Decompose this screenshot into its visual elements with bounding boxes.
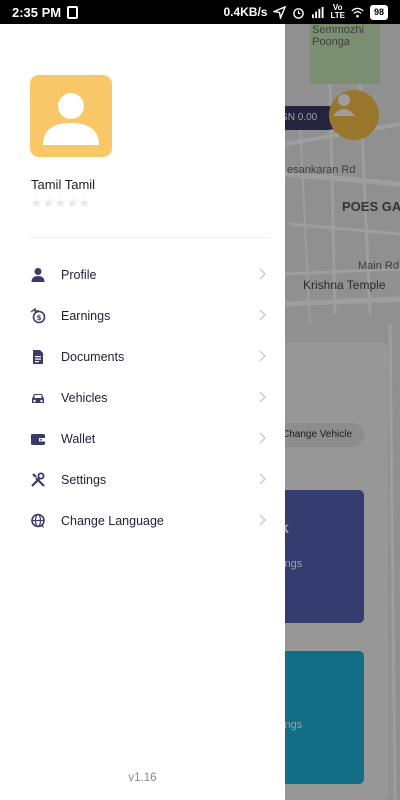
menu-item-profile[interactable]: Profile [0, 254, 285, 295]
navigation-drawer: Tamil Tamil ★ ★ ★ ★ ★ Profile $ Earnings… [0, 24, 285, 800]
menu-item-documents[interactable]: Documents [0, 336, 285, 377]
menu-item-label: Vehicles [61, 390, 108, 405]
star-icon: ★ [79, 196, 90, 210]
user-avatar-icon [43, 93, 99, 145]
chevron-right-icon [259, 268, 266, 280]
battery-icon: 98 [369, 4, 388, 20]
menu-item-vehicles[interactable]: Vehicles [0, 377, 285, 418]
rating-stars: ★ ★ ★ ★ ★ [31, 196, 90, 210]
chevron-right-icon [259, 432, 266, 444]
status-time: 2:35 PM [12, 4, 62, 20]
chevron-right-icon [259, 473, 266, 485]
star-icon: ★ [67, 196, 78, 210]
language-icon [31, 513, 45, 528]
person-icon [31, 267, 45, 282]
star-icon: ★ [31, 196, 42, 210]
car-icon [32, 393, 44, 403]
user-name: Tamil Tamil [31, 177, 96, 192]
notification-icon [67, 5, 79, 19]
svg-text:$: $ [37, 314, 42, 322]
menu-item-earnings[interactable]: $ Earnings [0, 295, 285, 336]
star-icon: ★ [43, 196, 54, 210]
wifi-icon [351, 7, 364, 17]
app-version: v1.16 [128, 772, 157, 784]
menu-item-change-language[interactable]: Change Language [0, 500, 285, 541]
signal-icon [312, 6, 325, 18]
chevron-right-icon [259, 391, 266, 403]
drawer-menu: Profile $ Earnings Documents Vehicles Wa… [0, 254, 285, 541]
alarm-icon [293, 7, 305, 19]
tools-icon [31, 472, 45, 487]
wallet-icon [31, 433, 45, 445]
star-icon: ★ [55, 196, 66, 210]
divider [30, 237, 270, 238]
chevron-right-icon [259, 350, 266, 362]
menu-item-label: Settings [61, 472, 107, 487]
chevron-right-icon [259, 514, 266, 526]
location-arrow-icon [273, 5, 287, 19]
volte-icon: Vo LTE [330, 3, 345, 20]
menu-item-label: Wallet [61, 431, 96, 446]
status-bar: 2:35 PM 0.4KB/s Vo LTE 98 [0, 0, 400, 24]
menu-item-label: Profile [61, 267, 97, 282]
chevron-right-icon [259, 309, 266, 321]
document-icon [33, 349, 43, 364]
menu-item-label: Earnings [61, 308, 111, 323]
network-speed: 0.4KB/s [223, 5, 268, 19]
menu-item-settings[interactable]: Settings [0, 459, 285, 500]
menu-item-label: Change Language [61, 513, 164, 528]
profile-photo[interactable] [30, 75, 112, 157]
money-exchange-icon: $ [30, 307, 46, 323]
menu-item-wallet[interactable]: Wallet [0, 418, 285, 459]
menu-item-label: Documents [61, 349, 125, 364]
